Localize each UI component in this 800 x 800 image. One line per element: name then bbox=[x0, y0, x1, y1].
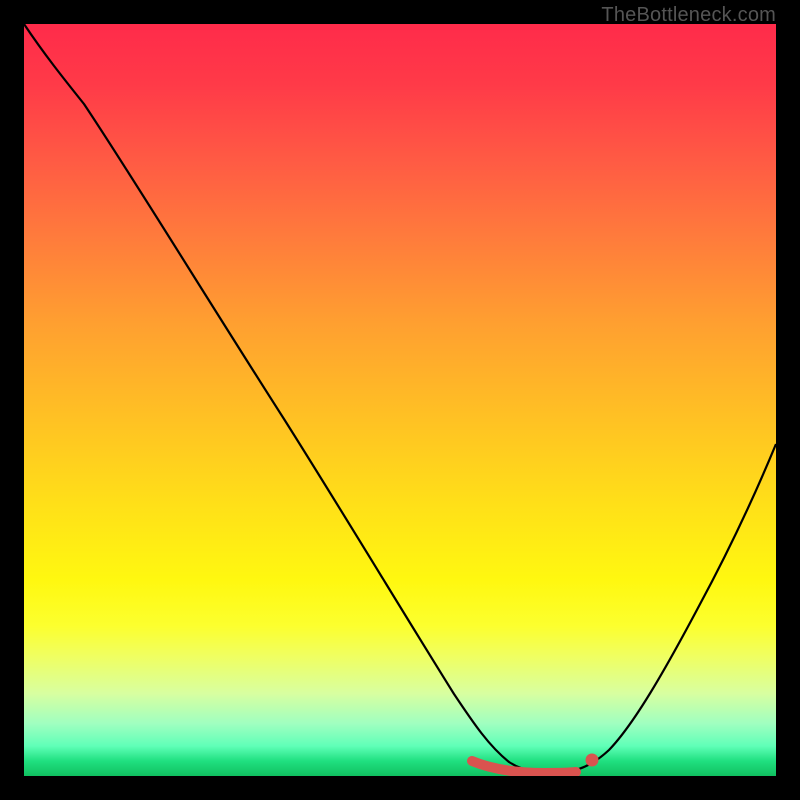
red-optimal-segment bbox=[472, 761, 576, 773]
curve-path bbox=[24, 24, 776, 773]
watermark-text: TheBottleneck.com bbox=[601, 4, 776, 27]
red-marker-dot bbox=[586, 754, 599, 767]
bottleneck-curve-chart bbox=[24, 24, 776, 776]
